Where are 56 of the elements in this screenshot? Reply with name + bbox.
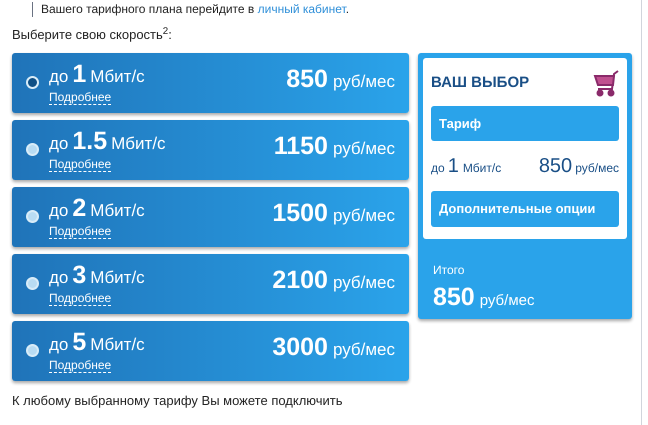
- speed-unit: Мбит/с: [90, 267, 145, 290]
- details-link[interactable]: Подробнее: [49, 156, 112, 172]
- note-text: Вашего тарифного плана перейдите в личный кабинет.: [32, 2, 648, 17]
- speed-unit: Мбит/с: [111, 133, 166, 156]
- plan-price: 850: [286, 64, 328, 94]
- options-header: Дополнительные опции: [431, 191, 619, 226]
- speed-prefix: до: [49, 133, 68, 156]
- plan-price: 1500: [272, 198, 328, 228]
- speed-unit: Мбит/с: [90, 334, 145, 356]
- details-link[interactable]: Подробнее: [49, 90, 112, 105]
- speed-prefix: до: [49, 267, 68, 290]
- speed-value: 1.5: [72, 127, 108, 156]
- plan-price: 3000: [272, 332, 328, 362]
- speed-prefix: до: [49, 334, 68, 356]
- cart-icon: [593, 70, 619, 98]
- total-label: Итого: [433, 262, 466, 278]
- tariff-header: Тариф: [431, 106, 619, 141]
- price-unit: руб/мес: [332, 204, 395, 226]
- speed-value: 1: [72, 60, 86, 88]
- details-link[interactable]: Подробнее: [49, 224, 112, 239]
- plan-option[interactable]: до 1.5 Мбит/с Подробнее 1150 руб/мес: [12, 120, 409, 180]
- price-unit: руб/мес: [332, 138, 395, 160]
- speed-value: 1: [448, 154, 459, 179]
- speed-unit: Мбит/с: [90, 66, 145, 88]
- radio-button[interactable]: [26, 344, 39, 357]
- plan-option[interactable]: до 2 Мбит/с Подробнее 1500 руб/мес: [12, 186, 409, 246]
- details-link[interactable]: Подробнее: [49, 358, 112, 373]
- total-price: 850: [433, 282, 475, 312]
- speed-value: 3: [72, 261, 86, 290]
- radio-button[interactable]: [26, 76, 39, 89]
- radio-button[interactable]: [26, 210, 39, 223]
- account-link[interactable]: личный кабинет: [258, 2, 346, 16]
- plan-price: 2100: [272, 264, 328, 296]
- plan-option[interactable]: до 5 Мбит/с Подробнее 3000 руб/мес: [12, 320, 409, 380]
- price-unit: руб/мес: [332, 272, 395, 294]
- speed-prefix: до: [49, 66, 68, 88]
- plan-option[interactable]: до 1 Мбит/с Подробнее 850 руб/мес: [12, 52, 409, 112]
- choice-title: ВАШ ВЫБОР: [431, 73, 530, 94]
- speed-unit: Мбит/с: [90, 200, 145, 222]
- speed-unit: Мбит/с: [462, 160, 502, 177]
- speed-value: 2: [72, 194, 86, 222]
- price-unit: руб/мес: [332, 338, 395, 360]
- details-link[interactable]: Подробнее: [49, 290, 112, 306]
- price-unit: руб/мес: [332, 70, 395, 92]
- radio-button[interactable]: [26, 277, 39, 290]
- price-unit: руб/мес: [575, 160, 619, 177]
- total-unit: руб/мес: [480, 290, 534, 310]
- speed-prefix: до: [49, 200, 68, 222]
- speed-value: 5: [72, 328, 86, 356]
- plan-price: 1150: [274, 130, 328, 162]
- plan-price: 850: [538, 154, 572, 179]
- speed-prompt: Выберите свою скорость$^{2}$:: [12, 25, 173, 44]
- plan-option[interactable]: до 3 Мбит/с Подробнее 2100 руб/мес: [12, 254, 409, 314]
- radio-button[interactable]: [26, 143, 39, 156]
- speed-prefix: до: [431, 160, 445, 177]
- bottom-note: К любому выбранному тарифу Вы можете подключить: [12, 392, 344, 410]
